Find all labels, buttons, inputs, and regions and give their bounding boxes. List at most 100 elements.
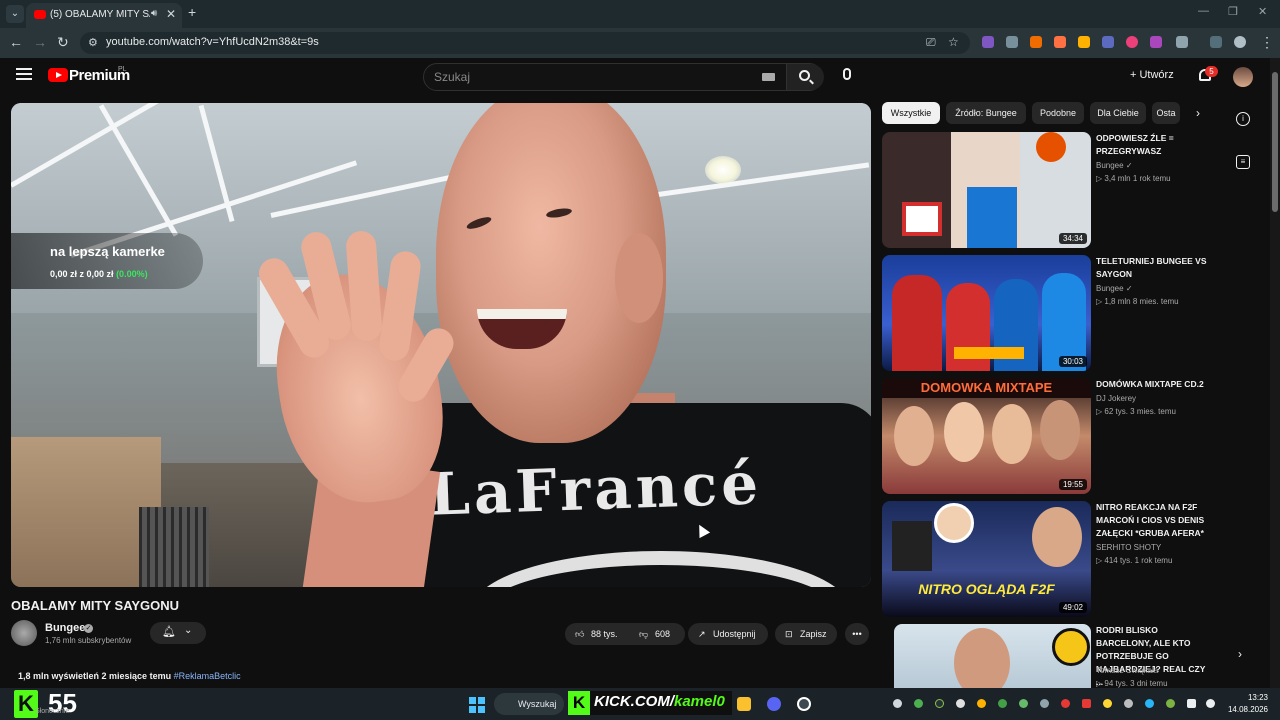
reading-list-icon[interactable] (1210, 36, 1222, 48)
network-icon[interactable] (1187, 699, 1196, 708)
reload-icon[interactable]: ↻ (57, 34, 69, 51)
extension-icon[interactable] (1150, 36, 1162, 48)
hashtag-link[interactable]: #ReklamaBetclic (174, 671, 241, 681)
recommendation-item[interactable]: DOMOWKA MIXTAPE 19:55 DOMÓWKA MIXTAPE CD… (882, 378, 1212, 494)
tray-icon[interactable] (1103, 699, 1112, 708)
tray-icon[interactable] (1019, 699, 1028, 708)
video-thumbnail[interactable] (894, 624, 1091, 688)
close-window-icon[interactable]: ✕ (1258, 5, 1267, 18)
tab-close-icon[interactable]: ✕ (166, 7, 176, 21)
subscription-bell-button[interactable]: 🔔︎ ⌄ (150, 622, 206, 644)
save-button[interactable]: ⊡ Zapisz (775, 623, 837, 645)
extension-icon[interactable] (1078, 36, 1090, 48)
tray-icon[interactable] (998, 699, 1007, 708)
chip-all[interactable]: Wszystkie (882, 102, 940, 124)
youtube-logo-icon[interactable] (48, 68, 68, 82)
profile-icon[interactable] (1234, 36, 1246, 48)
new-tab-icon[interactable]: + (188, 4, 196, 20)
create-button[interactable]: + Utwórz (1130, 69, 1174, 81)
more-actions-icon[interactable]: ••• (845, 623, 869, 645)
recommendation-title[interactable]: NITRO REAKCJA NA F2F MARCOŃ I CIOS VS DE… (1096, 501, 1214, 540)
tray-icon[interactable] (956, 699, 965, 708)
hamburger-menu-icon[interactable] (16, 68, 32, 80)
recommendation-channel[interactable]: Tomasz Ćwiąkała (1096, 666, 1158, 675)
chevron-right-icon[interactable]: › (1238, 647, 1242, 661)
channel-avatar[interactable] (11, 620, 37, 646)
extension-icon[interactable] (1126, 36, 1138, 48)
extension-icon[interactable] (982, 36, 994, 48)
recommendation-channel[interactable]: SERHITO SHOTY (1096, 543, 1161, 552)
thumbs-up-icon[interactable]: 👍︎ (575, 623, 584, 645)
recommendation-item[interactable]: RODRI BLISKO BARCELONY, ALE KTO POTRZEBU… (882, 624, 1212, 688)
browser-tab[interactable]: (5) OBALAMY MITY SAYGONU 🔊︎ ✕ (26, 3, 182, 28)
video-thumbnail[interactable]: NITRO OGLĄDA F2F 49:02 (882, 501, 1091, 617)
extensions-puzzle-icon[interactable] (1176, 36, 1188, 48)
keyboard-icon[interactable] (762, 73, 775, 81)
like-count[interactable]: 88 tys. (591, 623, 618, 645)
recommendation-item[interactable]: NITRO OGLĄDA F2F 49:02 NITRO REAKCJA NA … (882, 501, 1212, 617)
app-icon[interactable] (797, 697, 811, 711)
search-input[interactable] (434, 70, 734, 84)
tray-icon[interactable] (1040, 699, 1049, 708)
microphone-icon[interactable] (843, 68, 851, 80)
tray-icon[interactable] (1082, 699, 1091, 708)
chip-similar[interactable]: Podobne (1032, 102, 1084, 124)
chip-recent[interactable]: Osta (1152, 102, 1180, 124)
avatar[interactable] (1233, 67, 1253, 87)
back-icon[interactable]: ← (9, 34, 23, 50)
discord-icon[interactable] (767, 697, 781, 711)
tray-icon[interactable] (914, 699, 923, 708)
recommendation-item[interactable]: 30:03 TELETURNIEJ BUNGEE VS SAYGON Bunge… (882, 255, 1212, 371)
recommendation-title[interactable]: DOMÓWKA MIXTAPE CD.2 (1096, 378, 1214, 391)
tray-icon[interactable] (977, 699, 986, 708)
extension-icon[interactable] (1102, 36, 1114, 48)
chip-for-you[interactable]: Dla Ciebie (1090, 102, 1146, 124)
tray-icon[interactable] (893, 699, 902, 708)
scrollbar-thumb[interactable] (1272, 72, 1278, 212)
bookmark-star-icon[interactable]: ☆ (948, 35, 959, 49)
recommendation-title[interactable]: TELETURNIEJ BUNGEE VS SAYGON (1096, 255, 1214, 281)
video-thumbnail[interactable]: 30:03 (882, 255, 1091, 371)
share-button[interactable]: ↗ Udostępnij (688, 623, 768, 645)
recommendation-channel[interactable]: DJ Jokerey (1096, 394, 1136, 403)
url-field[interactable]: ⚙︎ youtube.com/watch?v=YhfUcdN2m38&t=9s … (80, 32, 970, 54)
extension-icon[interactable] (1030, 36, 1042, 48)
video-player[interactable]: LaFrancé na lepszą kamerke 0,00 zł z 0,0… (11, 103, 871, 587)
microphone-tray-icon[interactable] (1166, 699, 1175, 708)
tab-search-menu-icon[interactable]: ⌄ (6, 5, 24, 23)
site-settings-icon[interactable]: ⚙︎ (88, 36, 98, 49)
video-thumbnail[interactable]: DOMOWKA MIXTAPE 19:55 (882, 378, 1091, 494)
search-button[interactable] (786, 64, 824, 90)
page-scrollbar[interactable] (1270, 58, 1280, 688)
tray-icon[interactable] (935, 699, 944, 708)
windows-start-icon[interactable] (469, 697, 485, 713)
chat-icon[interactable]: ≡ (1236, 155, 1250, 169)
recommendation-channel[interactable]: Bungee ✓ (1096, 284, 1133, 293)
volume-icon[interactable] (1206, 699, 1215, 708)
chip-source[interactable]: Źródło: Bungee (946, 102, 1026, 124)
tray-icon[interactable] (1145, 699, 1154, 708)
chevron-right-icon[interactable]: › (1196, 106, 1200, 120)
tray-icon[interactable] (1124, 699, 1133, 708)
clock-time[interactable]: 13:23 (1228, 693, 1268, 702)
channel-name[interactable]: Bungee (45, 622, 85, 634)
browser-menu-icon[interactable]: ⋮ (1260, 34, 1274, 51)
speaker-icon[interactable]: 🔊︎ (151, 8, 157, 19)
recommendation-title[interactable]: ODPOWIESZ ŹLE = PRZEGRYWASZ (1096, 132, 1214, 158)
recommendation-item[interactable]: 34:34 ODPOWIESZ ŹLE = PRZEGRYWASZ Bungee… (882, 132, 1212, 248)
thumbs-down-icon[interactable]: 👎︎ (639, 623, 648, 645)
recommendation-channel[interactable]: Bungee ✓ (1096, 161, 1133, 170)
minimize-icon[interactable]: — (1198, 5, 1209, 17)
forward-icon[interactable]: → (33, 34, 47, 50)
maximize-icon[interactable]: ❐ (1228, 5, 1238, 18)
clock-date[interactable]: 14.08.2026 (1222, 705, 1268, 714)
extension-icon[interactable] (1006, 36, 1018, 48)
info-icon[interactable]: i (1236, 112, 1250, 126)
taskbar-search[interactable]: Wyszukaj (494, 693, 564, 715)
extension-icon[interactable] (1054, 36, 1066, 48)
tray-icon[interactable] (1061, 699, 1070, 708)
file-explorer-icon[interactable] (737, 697, 751, 711)
cast-icon[interactable]: ⎚ (926, 35, 936, 50)
description-summary[interactable]: 1,8 mln wyświetleń 2 miesiące temu #Rekl… (18, 671, 241, 681)
video-thumbnail[interactable]: 34:34 (882, 132, 1091, 248)
